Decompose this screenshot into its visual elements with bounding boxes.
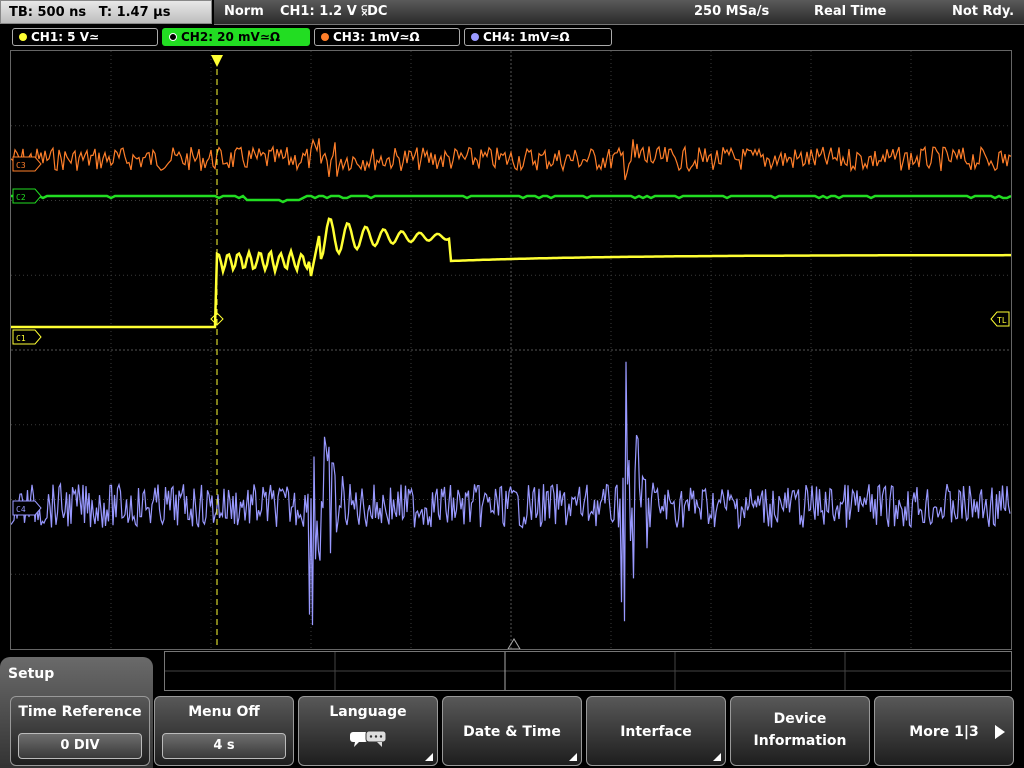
- ch4-dot-icon: [471, 33, 479, 41]
- svg-text:C2: C2: [16, 193, 26, 202]
- device-info-line2: Information: [753, 733, 847, 749]
- ch2-dot-icon: [169, 33, 177, 41]
- ch2-marker[interactable]: C2: [12, 188, 42, 204]
- trigger-level-marker[interactable]: TL: [990, 311, 1010, 327]
- ch4-marker[interactable]: C4: [12, 500, 42, 516]
- svg-text:C4: C4: [16, 505, 26, 514]
- acquisition-bar: Norm CH1: 1.2 V ⫁DC 250 MSa/s Real Time …: [214, 0, 1024, 25]
- grid: [11, 51, 1011, 649]
- svg-text:C1: C1: [16, 334, 26, 343]
- device-info-line1: Device: [773, 711, 827, 727]
- interface-label: Interface: [620, 724, 692, 740]
- time-reference-button[interactable]: Time Reference 0 DIV: [10, 696, 150, 766]
- trigger-info[interactable]: CH1: 1.2 V ⫁DC: [280, 0, 387, 24]
- channel-tab-ch4[interactable]: CH4: 1mV≃Ω: [464, 28, 612, 46]
- zoom-overview-canvas: [165, 652, 1011, 690]
- ch4-trace: [10, 361, 1011, 626]
- time-reference-label: Time Reference: [18, 704, 142, 720]
- time-reference-icon: [507, 638, 521, 650]
- sample-rate: 250 MSa/s: [694, 4, 770, 19]
- svg-text:C3: C3: [16, 161, 26, 170]
- trigger-slope: ⫁DC: [361, 4, 388, 19]
- timebase-box[interactable]: TB: 500 ns T: 1.47 µs: [0, 0, 212, 24]
- menu-title: Setup: [8, 666, 55, 682]
- channel-tab-ch2[interactable]: CH2: 20 mV≃Ω: [162, 28, 310, 46]
- language-button[interactable]: Language: [298, 696, 438, 766]
- ch1-dot-icon: [19, 33, 27, 41]
- channel-bar: CH1: 5 V≃ CH2: 20 mV≃Ω CH3: 1mV≃Ω CH4: 1…: [0, 26, 1024, 48]
- speech-bubbles-icon: [350, 730, 387, 747]
- submenu-corner-icon: [425, 753, 433, 761]
- trigger-status: Not Rdy.: [952, 4, 1015, 19]
- acquisition-mode: Real Time: [814, 4, 887, 19]
- waveform-canvas: C3 C2 C1 C4 TL: [10, 51, 1012, 650]
- time-reference-value: 0 DIV: [18, 733, 142, 759]
- menu-off-button[interactable]: Menu Off 4 s: [154, 696, 294, 766]
- language-label: Language: [329, 704, 407, 720]
- zoom-overview-bar[interactable]: [164, 651, 1012, 691]
- trigger-position-icon[interactable]: [211, 55, 223, 67]
- trigger-mode[interactable]: Norm: [224, 0, 264, 24]
- submenu-corner-icon: [569, 753, 577, 761]
- date-time-button[interactable]: Date & Time: [442, 696, 582, 766]
- channel-tab-ch3[interactable]: CH3: 1mV≃Ω: [314, 28, 460, 46]
- trigger-time-value: T: 1.47 µs: [98, 5, 171, 20]
- svg-text:TL: TL: [997, 316, 1007, 325]
- date-time-label: Date & Time: [463, 724, 561, 740]
- menu-off-label: Menu Off: [188, 704, 260, 720]
- channel-tab-ch1[interactable]: CH1: 5 V≃: [12, 28, 158, 46]
- ch1-marker[interactable]: C1: [12, 329, 42, 345]
- more-button[interactable]: More 1|3: [874, 696, 1014, 766]
- device-information-button[interactable]: Device Information: [730, 696, 870, 766]
- interface-button[interactable]: Interface: [586, 696, 726, 766]
- waveform-display[interactable]: C3 C2 C1 C4 TL: [10, 50, 1012, 650]
- ch3-marker[interactable]: C3: [12, 156, 42, 172]
- more-label: More 1|3: [909, 724, 979, 740]
- submenu-corner-icon: [713, 753, 721, 761]
- timebase-value: TB: 500 ns: [9, 5, 87, 20]
- arrow-right-icon: [995, 725, 1005, 739]
- menu-off-value: 4 s: [162, 733, 286, 759]
- ch3-dot-icon: [321, 33, 329, 41]
